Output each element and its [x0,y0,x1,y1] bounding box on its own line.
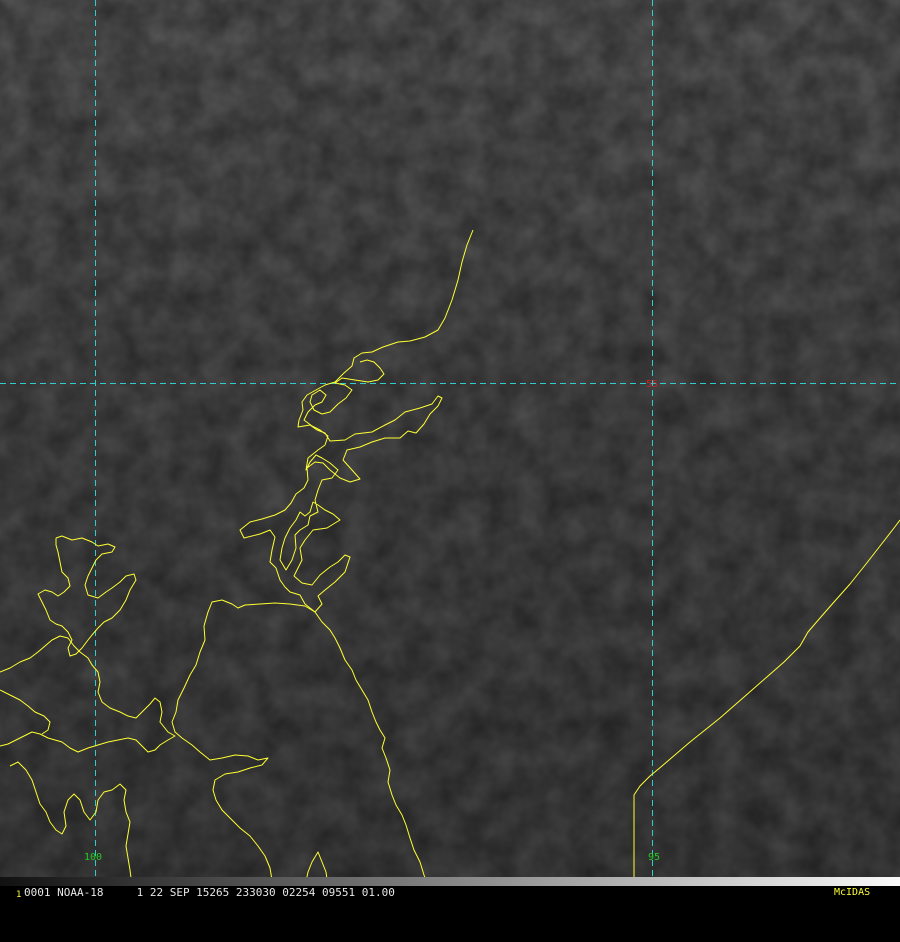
grayscale-bar [0,877,900,886]
longitude-label-100: 100 [84,852,102,863]
image-info-text: 0001 NOAA-18 1 22 SEP 15265 233030 02254… [24,886,395,899]
status-bar: 1 0001 NOAA-18 1 22 SEP 15265 233030 022… [0,886,900,900]
longitude-label-95: 95 [648,852,660,863]
satellite-image-map: 55 100 95 [0,0,900,887]
mcidas-brand: McIDAS [834,887,871,898]
dark-shading [0,0,900,886]
latitude-label-55: 55 [646,379,658,390]
